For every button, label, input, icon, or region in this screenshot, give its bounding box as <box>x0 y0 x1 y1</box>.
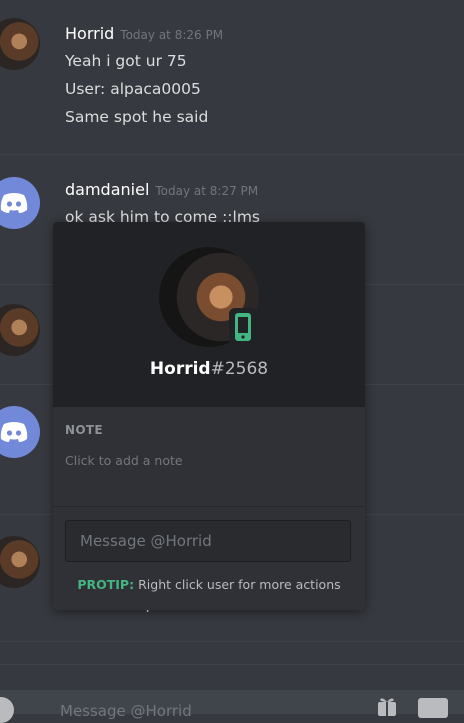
user-profile-popout: Horrid#2568 NOTE Click to add a note Mes… <box>53 222 365 610</box>
popout-message-input[interactable]: Message @Horrid <box>65 520 351 562</box>
gift-icon[interactable] <box>376 696 398 716</box>
user-avatar[interactable] <box>0 18 40 70</box>
emoji-button[interactable] <box>418 698 448 718</box>
message-divider <box>0 664 464 665</box>
mobile-phone-icon <box>235 313 251 341</box>
message-text: User: alpaca0005 <box>65 80 201 98</box>
popout-username: Horrid#2568 <box>149 359 269 379</box>
user-avatar[interactable] <box>0 406 40 458</box>
user-avatar[interactable] <box>0 177 40 229</box>
message-divider <box>0 641 464 642</box>
message-author[interactable]: damdaniel Today at 8:27 PM <box>65 180 258 199</box>
composer-input[interactable]: Message @Horrid <box>60 702 192 720</box>
message-timestamp: Today at 8:27 PM <box>155 184 259 198</box>
popout-divider <box>53 506 365 507</box>
message-text: Same spot he said <box>65 108 209 126</box>
user-avatar[interactable] <box>0 536 40 588</box>
popout-header: Horrid#2568 <box>53 222 365 407</box>
protip: PROTIP: Right click user for more actions <box>77 577 341 592</box>
user-avatar[interactable] <box>0 304 40 356</box>
message-author[interactable]: Horrid Today at 8:26 PM <box>65 24 223 43</box>
note-field[interactable]: Click to add a note <box>65 453 183 468</box>
attach-button[interactable] <box>0 697 14 723</box>
mobile-status-badge <box>229 308 257 346</box>
note-label: NOTE <box>65 423 103 437</box>
message-group: Horrid Today at 8:26 PM Yeah i got ur 75 … <box>0 0 464 150</box>
message-composer: Message @Horrid <box>0 690 464 723</box>
message-text: Yeah i got ur 75 <box>65 52 187 70</box>
message-timestamp: Today at 8:26 PM <box>120 28 224 42</box>
discord-logo-icon <box>0 193 28 213</box>
discord-logo-icon <box>0 422 28 442</box>
